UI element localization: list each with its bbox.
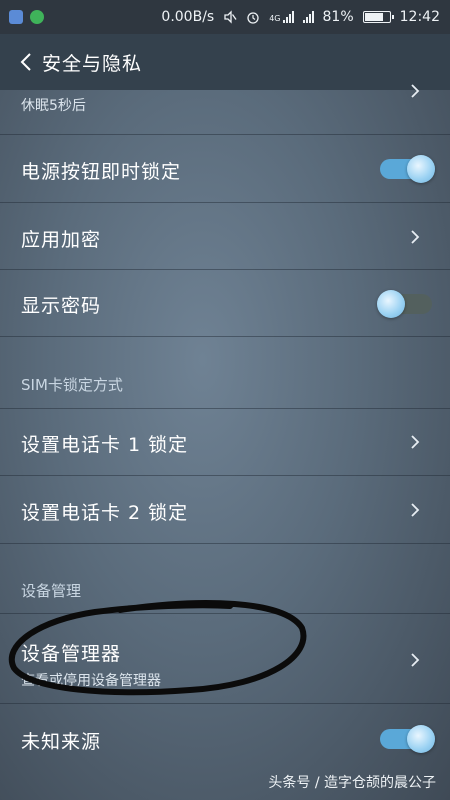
battery-icon [362, 11, 394, 23]
device-admin-subtitle: 查看或停用设备管理器 [21, 673, 161, 689]
power-button-lock-row[interactable]: 电源按钮即时锁定 [0, 135, 450, 203]
sim-section-title: SIM卡锁定方式 [21, 376, 123, 394]
sim2-lock-label: 设置电话卡 2 锁定 [21, 502, 189, 524]
chevron-right-icon [411, 435, 420, 449]
battery-percent: 81% [322, 9, 354, 25]
mute-icon [224, 10, 237, 24]
power-button-lock-toggle[interactable] [380, 155, 435, 183]
network-speed: 0.00B/s [161, 9, 215, 25]
show-password-toggle[interactable] [377, 290, 432, 318]
device-section-title: 设备管理 [21, 582, 82, 600]
device-admin-label: 设备管理器 [21, 643, 122, 665]
chevron-left-icon [20, 53, 31, 71]
chevron-right-icon [411, 84, 420, 98]
app-encryption-row[interactable]: 应用加密 [0, 203, 450, 270]
sleep-lock-row[interactable]: 休眠5秒后 [0, 84, 450, 135]
sim1-lock-label: 设置电话卡 1 锁定 [21, 434, 189, 456]
sleep-lock-value: 休眠5秒后 [21, 98, 86, 114]
device-section-header: 设备管理 [0, 544, 450, 614]
settings-list: 休眠5秒后 电源按钮即时锁定 应用加密 显示密码 SIM卡锁定方式 设置电话卡 … [0, 84, 450, 800]
show-password-row[interactable]: 显示密码 [0, 270, 450, 337]
gallery-notification-icon [9, 10, 23, 24]
page-title: 安全与隐私 [42, 52, 143, 75]
chevron-right-icon [411, 653, 420, 667]
sim1-lock-row[interactable]: 设置电话卡 1 锁定 [0, 409, 450, 476]
sim2-lock-row[interactable]: 设置电话卡 2 锁定 [0, 476, 450, 544]
clock: 12:42 [399, 9, 440, 25]
title-bar: 安全与隐私 [0, 34, 450, 90]
unknown-sources-toggle[interactable] [380, 725, 435, 753]
show-password-label: 显示密码 [21, 295, 102, 317]
app-encryption-label: 应用加密 [21, 229, 102, 251]
chevron-right-icon [411, 230, 420, 244]
signal-icon [302, 11, 314, 23]
power-button-lock-label: 电源按钮即时锁定 [21, 161, 182, 183]
sim-section-header: SIM卡锁定方式 [0, 337, 450, 409]
signal-icon [282, 11, 294, 23]
toggle-knob [407, 155, 435, 183]
back-button[interactable] [14, 50, 38, 74]
network-type: 4G [269, 14, 281, 23]
unknown-sources-row[interactable]: 未知来源 [0, 704, 450, 774]
unknown-sources-label: 未知来源 [21, 731, 102, 753]
device-admin-row[interactable]: 设备管理器 查看或停用设备管理器 [0, 614, 450, 704]
chevron-right-icon [411, 503, 420, 517]
alarm-icon [247, 12, 259, 24]
toggle-knob [377, 290, 405, 318]
status-bar: 0.00B/s 4G 81% 12:42 [0, 0, 450, 34]
app-notification-icon [30, 10, 44, 24]
watermark-text: 头条号 / 造字仓颉的晨公子 [268, 775, 436, 791]
toggle-knob [407, 725, 435, 753]
